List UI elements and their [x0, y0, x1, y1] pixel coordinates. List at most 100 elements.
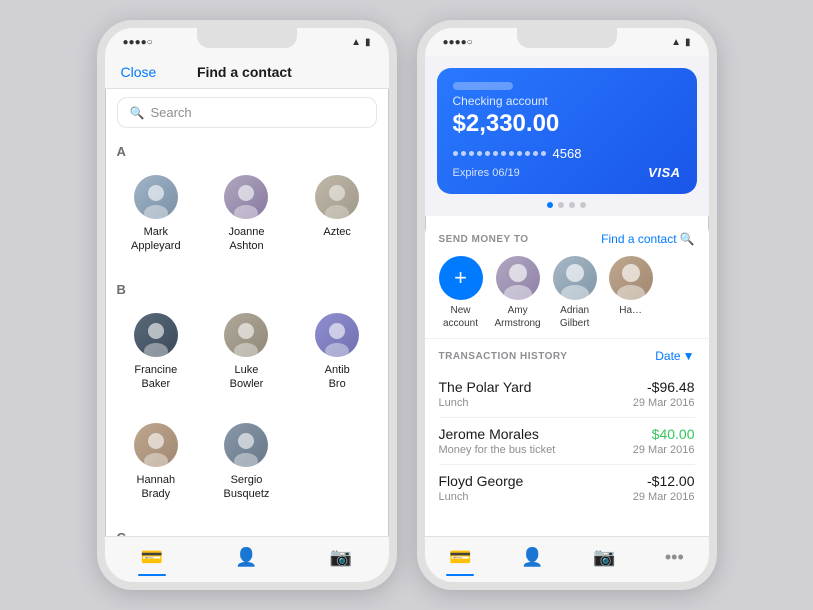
card-dot [453, 151, 458, 156]
battery-icon: ▮ [365, 37, 371, 48]
new-account-button[interactable]: + [439, 256, 483, 300]
recipient-amy[interactable]: AmyArmstrong [495, 256, 541, 330]
status-icons: ▲ ▮ [351, 37, 370, 48]
main-content: SEND MONEY TO Find a contact 🔍 + Newacco… [425, 220, 709, 536]
card-dot [517, 151, 522, 156]
contact-mark[interactable]: MarkAppleyard [113, 163, 200, 266]
new-account-item[interactable]: + Newaccount [439, 256, 483, 330]
transactions-header: TRANSACTION HISTORY Date ▼ [439, 349, 695, 363]
bank-card: Checking account $2,330.00 4568 [437, 68, 697, 194]
card-dot [493, 151, 498, 156]
recipient-name: AmyArmstrong [495, 304, 541, 330]
contact-name: AntibBro [325, 363, 350, 392]
contact-aztec[interactable]: Aztec [294, 163, 381, 266]
contact-francine[interactable]: FrancineBaker [113, 301, 200, 404]
transaction-jerome[interactable]: Jerome Morales $40.00 Money for the bus … [439, 418, 695, 465]
recipient-name: Newaccount [443, 304, 478, 330]
contact-name: HannahBrady [137, 473, 176, 502]
send-money-section: SEND MONEY TO Find a contact 🔍 + Newacco… [425, 220, 709, 339]
transaction-description: Lunch [439, 491, 469, 503]
search-placeholder: Search [150, 105, 191, 120]
tab-camera[interactable]: 📷 [330, 547, 352, 568]
transaction-description: Money for the bus ticket [439, 444, 556, 456]
transaction-polar-yard[interactable]: The Polar Yard -$96.48 Lunch 29 Mar 2016 [439, 371, 695, 418]
time-display: 9:41 AM [231, 36, 273, 48]
active-indicator [138, 574, 166, 576]
avatar [134, 423, 178, 467]
bank-name-blur [453, 82, 513, 90]
tab-bar-right: 💳 👤 📷 ••• [425, 536, 709, 582]
contact-luke[interactable]: LukeBowler [203, 301, 290, 404]
transaction-amount: -$12.00 [647, 473, 694, 489]
card-dot [533, 151, 538, 156]
card-dot [477, 151, 482, 156]
status-bar-right: ●●●●○ 9:41 AM ▲ ▮ [425, 28, 709, 56]
transaction-amount: -$96.48 [647, 379, 694, 395]
card-last4: 4568 [553, 146, 582, 161]
search-bar[interactable]: 🔍 Search [117, 97, 377, 128]
tab-cards-right[interactable]: 💳 [449, 547, 471, 568]
section-a-header: A [113, 136, 381, 163]
section-b-header: B [113, 274, 381, 301]
contact-sergio[interactable]: SergioBusquetz [203, 411, 290, 514]
carousel-dot-2 [558, 202, 564, 208]
contact-name: JoanneAshton [228, 225, 264, 254]
wifi-icon: ▲ [351, 37, 361, 48]
search-icon: 🔍 [680, 232, 695, 246]
transaction-date: 29 Mar 2016 [633, 444, 695, 456]
card-carousel[interactable]: Checking account $2,330.00 4568 [425, 56, 709, 216]
transaction-amount: $40.00 [652, 426, 695, 442]
page-title: Find a contact [197, 64, 292, 80]
avatar [496, 256, 540, 300]
chevron-down-icon: ▼ [683, 349, 695, 363]
transaction-date: 29 Mar 2016 [633, 491, 695, 503]
avatar [315, 175, 359, 219]
camera-icon: 📷 [330, 547, 352, 568]
contact-name: SergioBusquetz [224, 473, 270, 502]
avatar [553, 256, 597, 300]
close-button[interactable]: Close [121, 64, 157, 80]
transaction-main-row: The Polar Yard -$96.48 [439, 379, 695, 395]
send-money-header: SEND MONEY TO Find a contact 🔍 [439, 232, 695, 246]
find-contact-button[interactable]: Find a contact 🔍 [601, 232, 694, 246]
tab-bar: 💳 👤 📷 [105, 536, 389, 582]
transaction-date: 29 Mar 2016 [633, 397, 695, 409]
contacts-list: A MarkAppleyard JoanneAshton [105, 136, 389, 536]
contacts-icon: 👤 [521, 547, 543, 568]
contact-joanne[interactable]: JoanneAshton [203, 163, 290, 266]
transaction-floyd[interactable]: Floyd George -$12.00 Lunch 29 Mar 2016 [439, 465, 695, 511]
avatar [609, 256, 653, 300]
tab-contacts-right[interactable]: 👤 [521, 547, 543, 568]
contact-name: MarkAppleyard [131, 225, 181, 254]
transaction-name: Jerome Morales [439, 426, 539, 442]
recipient-partial[interactable]: Ha… [609, 256, 653, 330]
recipient-adrian[interactable]: AdrianGilbert [553, 256, 597, 330]
avatar [224, 423, 268, 467]
transactions-label: TRANSACTION HISTORY [439, 351, 568, 362]
card-dot [509, 151, 514, 156]
contact-antib[interactable]: AntibBro [294, 301, 381, 404]
transaction-main-row: Jerome Morales $40.00 [439, 426, 695, 442]
contact-name: FrancineBaker [134, 363, 177, 392]
transaction-sub-row: Money for the bus ticket 29 Mar 2016 [439, 444, 695, 456]
carousel-dot-1 [547, 202, 553, 208]
carousel-dot-4 [580, 202, 586, 208]
contact-name: LukeBowler [230, 363, 264, 392]
tab-more[interactable]: ••• [665, 547, 684, 568]
avatar [224, 175, 268, 219]
card-dot [461, 151, 466, 156]
tab-camera-right[interactable]: 📷 [593, 547, 615, 568]
card-brand: VISA [648, 165, 680, 180]
card-bottom: Expires 06/19 VISA [453, 165, 681, 180]
left-phone: ●●●●○ 9:41 AM ▲ ▮ Close Find a contact 🔍… [97, 20, 397, 590]
transaction-main-row: Floyd George -$12.00 [439, 473, 695, 489]
card-dot [541, 151, 546, 156]
recipient-name: Ha… [619, 304, 642, 317]
tab-cards[interactable]: 💳 [141, 547, 163, 568]
date-filter-button[interactable]: Date ▼ [655, 349, 694, 363]
card-dot [525, 151, 530, 156]
transaction-name: Floyd George [439, 473, 524, 489]
contact-hannah[interactable]: HannahBrady [113, 411, 200, 514]
find-contact-text: Find a contact [601, 232, 676, 246]
tab-contacts[interactable]: 👤 [235, 547, 257, 568]
